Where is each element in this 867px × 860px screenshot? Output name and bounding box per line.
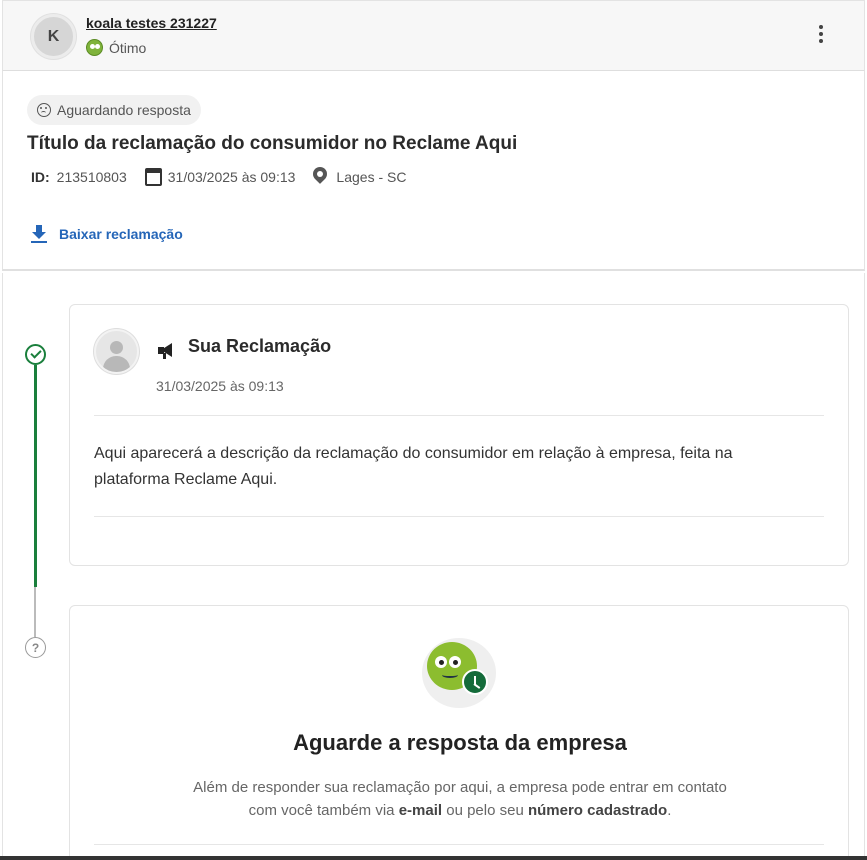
complaint-description: Aqui aparecerá a descrição da reclamação… [94,445,733,488]
question-circle-icon: ? [25,637,46,658]
complaint-card-title: Sua Reclamação [188,336,332,356]
calendar-icon [144,168,162,186]
complaint-id: ID: 213510803 [31,169,127,185]
megaphone-icon [158,342,178,360]
waiting-mascot-icon [420,636,500,711]
complaint-title: Título da reclamação do consumidor no Re… [27,133,518,154]
window-bottom-edge [0,856,867,860]
waiting-description: Além de responder sua reclamação por aqu… [193,779,727,819]
timeline-line-pending [34,587,36,637]
complaint-location: Lages - SC [313,167,406,187]
clock-icon [462,669,488,695]
divider [94,415,824,416]
download-icon-base [31,241,47,243]
user-avatar [94,329,139,374]
complaint-card: Sua Reclamação 31/03/2025 às 09:13 Aqui … [69,304,849,566]
waiting-title: Aguarde a resposta da empresa [293,730,627,755]
company-avatar[interactable]: K [31,14,76,59]
status-chip: Aguardando resposta [27,95,201,125]
location-pin-icon [313,167,327,187]
download-label: Baixar reclamação [59,226,183,242]
complaint-card-date: 31/03/2025 às 09:13 [156,378,284,394]
complaint-date: 31/03/2025 às 09:13 [144,168,296,186]
id-value: 213510803 [56,169,127,185]
complaint-info: Aguardando resposta Título da reclamação… [2,71,865,271]
status-label: Aguardando resposta [57,102,191,118]
more-options-icon[interactable] [816,23,826,45]
download-complaint-link[interactable]: Baixar reclamação [31,225,183,243]
date-value: 31/03/2025 às 09:13 [167,169,296,185]
reputation-badge: Ótimo [86,39,146,56]
location-value: Lages - SC [336,169,407,185]
sad-face-icon [37,103,51,117]
id-label: ID: [31,169,50,185]
timeline-line-complete [34,365,37,587]
complaint-meta: ID: 213510803 31/03/2025 às 09:13 Lages … [31,167,424,187]
company-header: K koala testes 231227 Ótimo [2,0,865,71]
avatar-letter: K [47,27,60,45]
reputation-label: Ótimo [109,39,147,56]
check-circle-icon [25,344,46,365]
waiting-response-card: Aguarde a resposta da empresa Além de re… [69,605,849,860]
reputation-mascot-icon [86,39,103,56]
company-name-link[interactable]: koala testes 231227 [86,15,217,31]
divider [94,844,824,845]
divider [94,516,824,517]
